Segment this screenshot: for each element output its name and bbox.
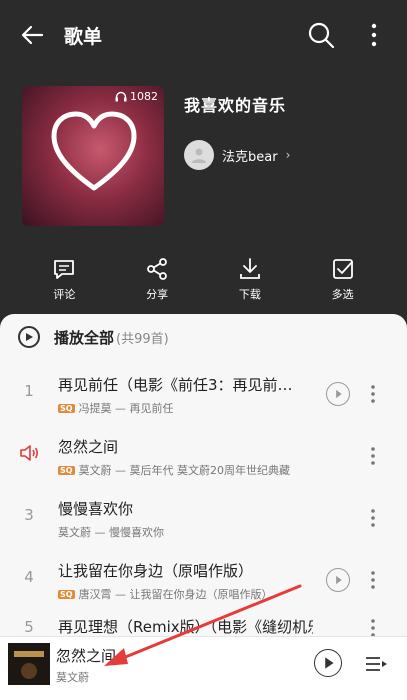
song-index: 1 [24,382,34,400]
multi-select-icon [332,259,353,279]
song-title: 慢慢喜欢你 [58,500,134,518]
mini-player-title: 忽然之间 [56,647,117,665]
playlist-queue-icon[interactable] [364,653,388,675]
more-vertical-icon[interactable] [368,444,378,468]
mini-player[interactable]: 忽然之间 莫文蔚 [0,636,407,700]
heart-icon [51,111,137,191]
play-count: 1082 [115,90,158,103]
download-button[interactable]: 下载 [215,256,285,306]
speaker-playing-icon [20,445,39,461]
mini-player-album-art [8,643,50,685]
action-row: 评论 分享 下载 多选 [0,256,407,306]
mv-play-icon[interactable] [326,382,350,406]
song-list-sheet: 播放全部 (共99首) 1 再见前任（电影《前任3：再见前… SQ 冯提莫 — … [0,314,407,636]
play-all-button[interactable]: 播放全部 (共99首) [18,326,169,348]
song-subtitle-row: 莫文蔚 — 慢慢喜欢你 [58,524,318,540]
chevron-right-icon: › [285,148,291,162]
playlist-cover[interactable]: 1082 [22,86,164,226]
song-title: 再见理想（Remix版）（电影《缝纫机乐… [58,618,313,636]
song-artist-album: 莫文蔚 — 慢慢喜欢你 [58,526,164,539]
mini-player-artist: 莫文蔚 [56,671,89,684]
more-vertical-icon[interactable] [368,568,378,592]
user-icon [192,148,206,163]
album-art-image [8,643,50,685]
song-title: 忽然之间 [58,438,119,456]
more-options-icon[interactable] [364,20,384,50]
song-index: 5 [24,618,34,636]
comment-icon [54,260,75,279]
back-arrow-icon[interactable] [18,20,48,50]
song-artist-album: 莫文蔚 — 莫后年代 莫文蔚20周年世纪典藏 [78,464,291,477]
song-artist-album: 唐汉霄 — 让我留在你身边（原唱作版） [78,588,273,601]
song-row[interactable]: 5 再见理想（Remix版）（电影《缝纫机乐… [0,612,407,636]
play-count-value: 1082 [130,90,158,103]
comment-button[interactable]: 评论 [29,256,99,306]
avatar [184,140,214,170]
song-row[interactable]: 忽然之间 SQ 莫文蔚 — 莫后年代 莫文蔚20周年世纪典藏 [0,426,407,488]
song-index: 4 [24,568,34,586]
song-row[interactable]: 1 再见前任（电影《前任3：再见前… SQ 冯提莫 — 再见前任 [0,364,407,426]
more-vertical-icon[interactable] [368,506,378,530]
search-icon[interactable] [306,20,336,50]
page-title: 歌单 [64,26,103,48]
sq-badge: SQ [58,465,75,475]
mv-play-icon[interactable] [326,568,350,592]
song-count: (共99首) [116,331,169,347]
play-all-label: 播放全部 [54,328,115,347]
download-label: 下载 [238,288,261,301]
song-artist-album: 冯提莫 — 再见前任 [78,402,174,415]
playlist-title: 我喜欢的音乐 [184,96,287,115]
comment-label: 评论 [53,288,76,301]
song-row[interactable]: 4 让我留在你身边（原唱作版） SQ 唐汉霄 — 让我留在你身边（原唱作版） [0,550,407,612]
song-title: 让我留在你身边（原唱作版） [58,562,254,580]
song-subtitle-row: SQ 冯提莫 — 再见前任 [58,400,318,416]
share-button[interactable]: 分享 [122,256,192,306]
creator-link[interactable]: 法克bear › [184,140,290,170]
download-icon [239,258,260,279]
headphones-icon [115,91,127,102]
sq-badge: SQ [58,589,75,599]
play-icon [26,333,33,341]
share-label: 分享 [146,288,169,301]
sq-badge: SQ [58,403,75,413]
play-all-circle [18,326,40,348]
song-row[interactable]: 3 慢慢喜欢你 莫文蔚 — 慢慢喜欢你 [0,488,407,550]
song-index: 3 [24,506,34,524]
song-subtitle-row: SQ 唐汉霄 — 让我留在你身边（原唱作版） [58,586,318,602]
multi-select-label: 多选 [331,288,354,301]
play-pause-icon[interactable] [314,649,342,677]
top-bar: 歌单 [0,0,407,70]
more-vertical-icon[interactable] [368,616,378,636]
creator-name: 法克bear [222,149,278,165]
song-subtitle-row: SQ 莫文蔚 — 莫后年代 莫文蔚20周年世纪典藏 [58,462,318,478]
more-vertical-icon[interactable] [368,382,378,406]
song-title: 再见前任（电影《前任3：再见前… [58,376,293,394]
share-icon [147,258,168,280]
multi-select-button[interactable]: 多选 [308,256,378,306]
